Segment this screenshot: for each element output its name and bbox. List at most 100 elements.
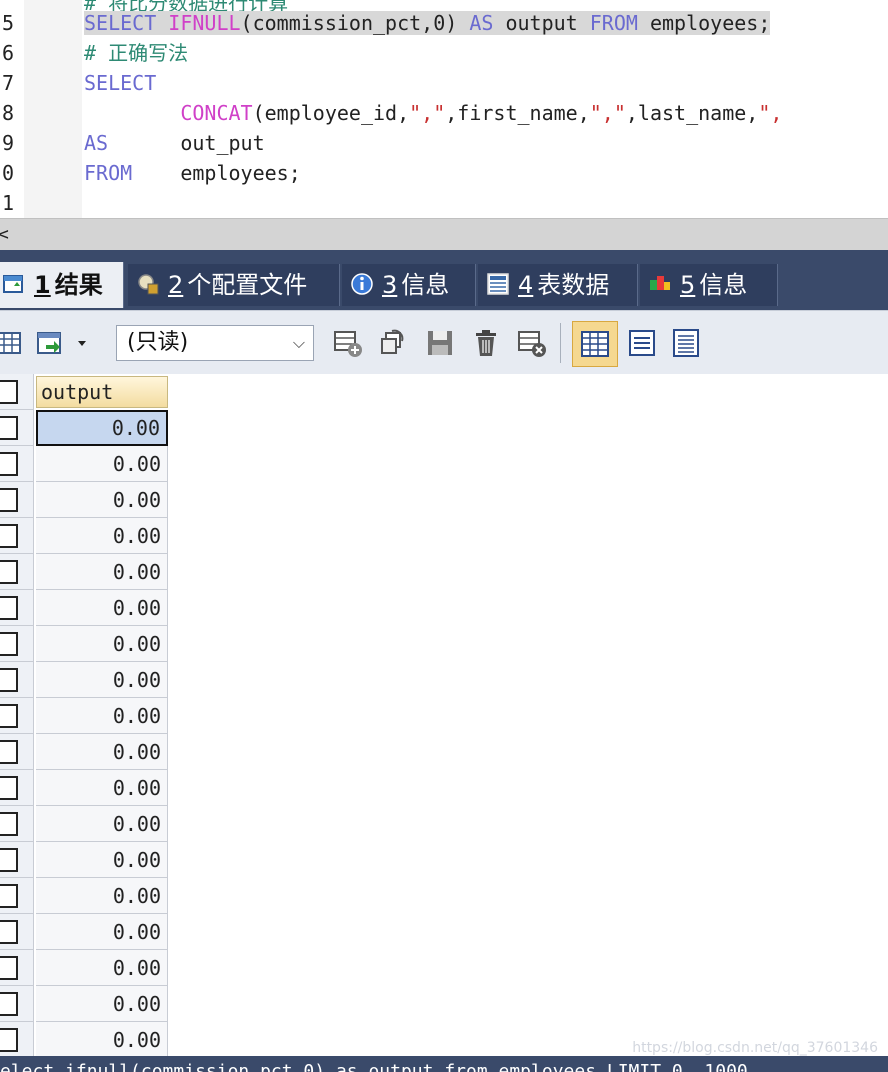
row-header[interactable] <box>0 446 34 482</box>
tab-info-2[interactable]: 5 信息 <box>640 264 778 306</box>
line-number: 5 <box>2 11 15 35</box>
row-header[interactable] <box>0 914 34 950</box>
code-line[interactable]: AS out_put <box>84 128 265 158</box>
row-checkbox[interactable] <box>0 848 18 872</box>
row-header[interactable] <box>0 482 34 518</box>
form-view-icon[interactable] <box>626 327 658 359</box>
table-cell-output[interactable]: 0.00 <box>36 698 168 734</box>
select-all-header[interactable] <box>0 374 34 410</box>
row-header[interactable] <box>0 518 34 554</box>
table-cell-output[interactable]: 0.00 <box>36 986 168 1022</box>
row-header[interactable] <box>0 410 34 446</box>
row-checkbox[interactable] <box>0 740 18 764</box>
insert-row-icon[interactable] <box>332 327 364 359</box>
table-cell-output[interactable]: 0.00 <box>36 662 168 698</box>
row-header[interactable] <box>0 878 34 914</box>
row-header[interactable] <box>0 842 34 878</box>
table-cell-output[interactable]: 0.00 <box>36 734 168 770</box>
code-token: (commission_pct,0) <box>240 11 470 35</box>
line-number: 6 <box>2 41 15 65</box>
table-cell-output[interactable]: 0.00 <box>36 1022 168 1058</box>
code-line[interactable]: SELECT <box>84 68 156 98</box>
code-line[interactable]: FROM employees; <box>84 158 301 188</box>
grid-view-icon[interactable] <box>0 327 24 359</box>
row-checkbox[interactable] <box>0 596 18 620</box>
tab-profile[interactable]: 2 个配置文件 <box>128 264 340 306</box>
pane-splitter[interactable]: < <box>0 218 888 251</box>
column-header-output[interactable]: output <box>36 376 168 408</box>
table-cell-output[interactable]: 0.00 <box>36 914 168 950</box>
delete-icon[interactable] <box>470 327 502 359</box>
table-cell-output[interactable]: 0.00 <box>36 482 168 518</box>
grid-mode-toggle-active[interactable] <box>572 321 618 367</box>
row-checkbox[interactable] <box>0 560 18 584</box>
chevron-down-icon: ⌵ <box>292 333 305 352</box>
watermark: https://blog.csdn.net/qq_37601346 <box>632 1040 878 1056</box>
table-cell-output[interactable]: 0.00 <box>36 518 168 554</box>
row-header[interactable] <box>0 626 34 662</box>
row-header[interactable] <box>0 1022 34 1058</box>
table-cell-output[interactable]: 0.00 <box>36 770 168 806</box>
select-all-checkbox[interactable] <box>0 380 18 404</box>
code-token: ,last_name, <box>625 101 759 125</box>
row-header[interactable] <box>0 590 34 626</box>
discard-changes-icon[interactable] <box>516 327 548 359</box>
row-checkbox[interactable] <box>0 416 18 440</box>
row-checkbox[interactable] <box>0 956 18 980</box>
table-data-icon <box>487 273 509 295</box>
export-menu-icon[interactable] <box>36 327 94 359</box>
code-token: AS <box>84 131 109 155</box>
code-token: "," <box>589 101 626 125</box>
table-cell-output[interactable]: 0.00 <box>36 842 168 878</box>
row-checkbox[interactable] <box>0 632 18 656</box>
code-token: out_put <box>108 131 265 155</box>
table-cell-output[interactable]: 0.00 <box>36 626 168 662</box>
code-token: FROM <box>84 161 133 185</box>
table-cell-output[interactable]: 0.00 <box>36 446 168 482</box>
row-checkbox[interactable] <box>0 524 18 548</box>
row-header[interactable] <box>0 554 34 590</box>
tab-info[interactable]: 3 信息 <box>342 264 476 306</box>
row-checkbox[interactable] <box>0 884 18 908</box>
row-header[interactable] <box>0 806 34 842</box>
code-line[interactable]: SELECT IFNULL(commission_pct,0) AS outpu… <box>84 8 771 38</box>
fold-margin <box>24 0 82 218</box>
edit-mode-select[interactable]: (只读) ⌵ <box>116 325 314 361</box>
table-cell-output[interactable]: 0.00 <box>36 878 168 914</box>
tab-table-data[interactable]: 4 表数据 <box>478 264 638 306</box>
code-line[interactable]: # 正确写法 <box>84 38 188 68</box>
result-grid-icon <box>3 275 23 293</box>
grid-mode-icon <box>581 331 609 357</box>
row-header[interactable] <box>0 698 34 734</box>
row-header[interactable] <box>0 734 34 770</box>
row-checkbox[interactable] <box>0 920 18 944</box>
row-checkbox[interactable] <box>0 776 18 800</box>
table-cell-output[interactable]: 0.00 <box>36 410 168 446</box>
row-header[interactable] <box>0 770 34 806</box>
code-token: # 正确写法 <box>84 41 189 65</box>
code-line[interactable]: CONCAT(employee_id,",",first_name,",",la… <box>84 98 782 128</box>
table-cell-output[interactable]: 0.00 <box>36 554 168 590</box>
row-checkbox[interactable] <box>0 992 18 1016</box>
row-header[interactable] <box>0 986 34 1022</box>
row-header[interactable] <box>0 662 34 698</box>
table-cell-output[interactable]: 0.00 <box>36 806 168 842</box>
profile-icon <box>138 274 159 295</box>
save-icon[interactable] <box>424 327 456 359</box>
code-token: (employee_id, <box>252 101 410 125</box>
row-checkbox[interactable] <box>0 452 18 476</box>
row-checkbox[interactable] <box>0 812 18 836</box>
scroll-left-icon[interactable]: < <box>0 219 9 251</box>
toolbar-separator <box>560 323 561 363</box>
row-checkbox[interactable] <box>0 1028 18 1052</box>
duplicate-row-icon[interactable] <box>378 327 410 359</box>
table-cell-output[interactable]: 0.00 <box>36 590 168 626</box>
sql-editor[interactable]: # 将比分数据进行计算 SELECT IFNULL(commission_pct… <box>0 0 888 218</box>
row-checkbox[interactable] <box>0 704 18 728</box>
row-checkbox[interactable] <box>0 488 18 512</box>
tab-results[interactable]: 1 结果 <box>0 262 124 308</box>
text-view-icon[interactable] <box>670 327 702 359</box>
table-cell-output[interactable]: 0.00 <box>36 950 168 986</box>
row-checkbox[interactable] <box>0 668 18 692</box>
row-header[interactable] <box>0 950 34 986</box>
